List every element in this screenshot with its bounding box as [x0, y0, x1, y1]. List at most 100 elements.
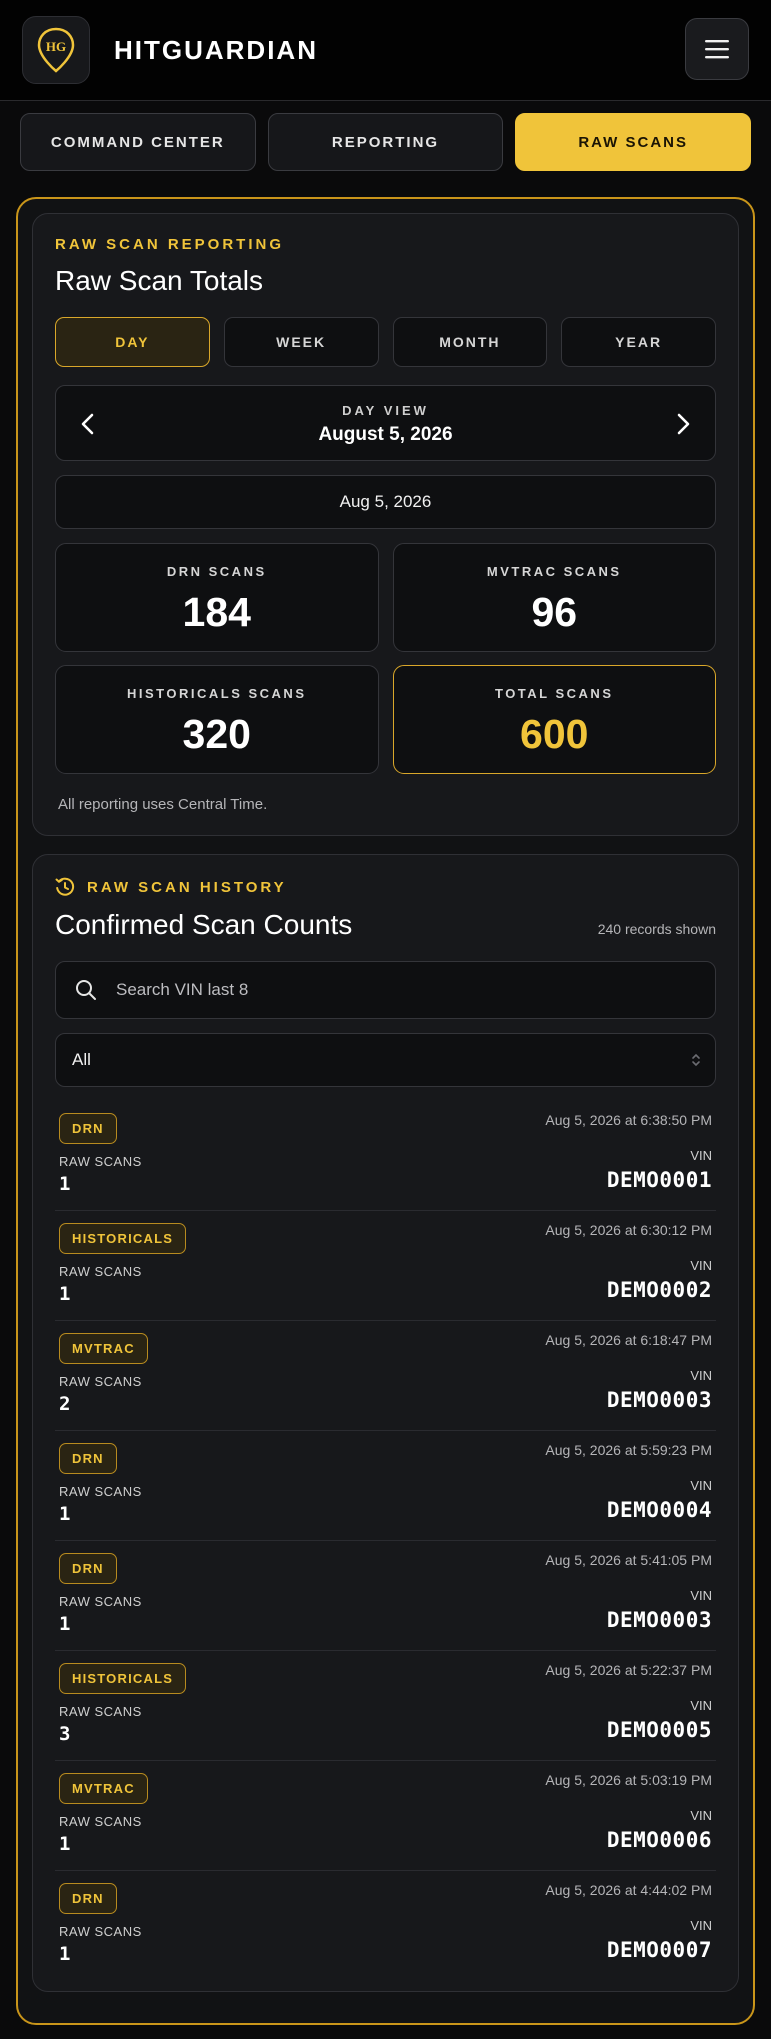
scan-timestamp: Aug 5, 2026 at 6:30:12 PM: [545, 1222, 712, 1238]
raw-scans-panel: RAW SCAN REPORTING Raw Scan Totals DAY W…: [16, 197, 755, 2025]
vin-value: DEMO0004: [606, 1498, 712, 1522]
scan-type-badge: DRN: [59, 1443, 117, 1474]
records-count: 240 records shown: [597, 921, 716, 937]
list-item[interactable]: HISTORICALS RAW SCANS 3 Aug 5, 2026 at 5…: [55, 1651, 716, 1761]
stat-value: 320: [182, 711, 251, 757]
drn-scans-stat: DRN SCANS 184: [55, 543, 379, 652]
map-pin-logo-icon: HG: [37, 27, 75, 73]
vin-label: VIN: [690, 1148, 712, 1163]
vin-value: DEMO0006: [606, 1828, 712, 1852]
previous-day-button[interactable]: [72, 408, 104, 440]
date-navigator: DAY VIEW August 5, 2026: [55, 385, 716, 461]
period-selector: DAY WEEK MONTH YEAR: [55, 317, 716, 367]
list-item[interactable]: DRN RAW SCANS 1 Aug 5, 2026 at 6:38:50 P…: [55, 1101, 716, 1211]
totals-title: Raw Scan Totals: [55, 265, 264, 296]
scan-timestamp: Aug 5, 2026 at 5:41:05 PM: [545, 1552, 712, 1568]
hamburger-icon: [705, 40, 729, 59]
raw-scans-label: RAW SCANS: [59, 1374, 142, 1389]
scan-timestamp: Aug 5, 2026 at 6:38:50 PM: [545, 1112, 712, 1128]
stat-label: DRN SCANS: [166, 564, 267, 579]
vin-value: DEMO0001: [606, 1168, 712, 1192]
raw-scan-totals-card: RAW SCAN REPORTING Raw Scan Totals DAY W…: [32, 213, 739, 836]
vin-value: DEMO0007: [606, 1938, 712, 1962]
vin-value: DEMO0002: [606, 1278, 712, 1302]
date-picker-field[interactable]: Aug 5, 2026: [55, 475, 716, 529]
list-item[interactable]: DRN RAW SCANS 1 Aug 5, 2026 at 5:59:23 P…: [55, 1431, 716, 1541]
top-bar: HG HITGUARDIAN: [0, 0, 771, 101]
scan-type-badge: DRN: [59, 1553, 117, 1584]
list-item[interactable]: MVTRAC RAW SCANS 1 Aug 5, 2026 at 5:03:1…: [55, 1761, 716, 1871]
vin-label: VIN: [690, 1368, 712, 1383]
chevron-right-icon: [677, 413, 690, 435]
totals-eyebrow: RAW SCAN REPORTING: [55, 236, 285, 253]
stat-value: 600: [520, 711, 589, 757]
list-item[interactable]: HISTORICALS RAW SCANS 1 Aug 5, 2026 at 6…: [55, 1211, 716, 1321]
scan-type-filter[interactable]: All: [55, 1033, 716, 1087]
select-arrows-icon: [692, 1053, 700, 1067]
scan-history-list: DRN RAW SCANS 1 Aug 5, 2026 at 6:38:50 P…: [55, 1101, 716, 1981]
period-day-button[interactable]: DAY: [55, 317, 210, 367]
search-icon: [76, 980, 96, 1000]
raw-scans-label: RAW SCANS: [59, 1924, 142, 1939]
list-item[interactable]: DRN RAW SCANS 1 Aug 5, 2026 at 4:44:02 P…: [55, 1871, 716, 1981]
history-title: Confirmed Scan Counts: [55, 909, 353, 940]
chevron-left-icon: [81, 413, 94, 435]
svg-text:HG: HG: [46, 39, 66, 54]
vin-search-input[interactable]: Search VIN last 8: [55, 961, 716, 1019]
raw-scan-history-card: RAW SCAN HISTORY Confirmed Scan Counts 2…: [32, 854, 739, 1992]
vin-label: VIN: [690, 1808, 712, 1823]
menu-button[interactable]: [685, 18, 749, 80]
period-year-button[interactable]: YEAR: [561, 317, 716, 367]
raw-scans-label: RAW SCANS: [59, 1484, 142, 1499]
scan-stats-grid: DRN SCANS 184 MVTRAC SCANS 96 HISTORICAL…: [55, 543, 716, 774]
list-item[interactable]: DRN RAW SCANS 1 Aug 5, 2026 at 5:41:05 P…: [55, 1541, 716, 1651]
brand-logo[interactable]: HG: [22, 16, 90, 84]
raw-scans-label: RAW SCANS: [59, 1594, 142, 1609]
scan-type-badge: DRN: [59, 1113, 117, 1144]
vin-label: VIN: [690, 1918, 712, 1933]
timezone-note: All reporting uses Central Time.: [58, 796, 268, 813]
vin-value: DEMO0003: [606, 1608, 712, 1632]
raw-scans-label: RAW SCANS: [59, 1264, 142, 1279]
scan-timestamp: Aug 5, 2026 at 4:44:02 PM: [545, 1882, 712, 1898]
tab-command-center[interactable]: COMMAND CENTER: [20, 113, 256, 171]
vin-label: VIN: [690, 1258, 712, 1273]
total-scans-stat: TOTAL SCANS 600: [392, 665, 716, 774]
vin-label: VIN: [690, 1478, 712, 1493]
stat-label: HISTORICALS SCANS: [127, 686, 307, 701]
next-day-button[interactable]: [667, 408, 699, 440]
history-icon: [55, 877, 75, 896]
mvtrac-scans-stat: MVTRAC SCANS 96: [392, 543, 716, 652]
raw-scans-label: RAW SCANS: [59, 1154, 142, 1169]
period-week-button[interactable]: WEEK: [223, 317, 379, 367]
scan-timestamp: Aug 5, 2026 at 5:03:19 PM: [545, 1772, 712, 1788]
search-placeholder: Search VIN last 8: [116, 980, 249, 999]
app-brand: HITGUARDIAN: [114, 34, 318, 65]
stat-label: TOTAL SCANS: [494, 686, 614, 701]
filter-value: All: [72, 1050, 91, 1069]
scan-type-badge: MVTRAC: [59, 1773, 148, 1804]
tab-reporting[interactable]: REPORTING: [267, 113, 504, 171]
scan-type-badge: MVTRAC: [59, 1333, 148, 1364]
view-date: August 5, 2026: [318, 424, 453, 445]
scan-timestamp: Aug 5, 2026 at 5:22:37 PM: [545, 1662, 712, 1678]
scan-type-badge: DRN: [59, 1883, 117, 1914]
vin-label: VIN: [690, 1698, 712, 1713]
scan-timestamp: Aug 5, 2026 at 6:18:47 PM: [545, 1332, 712, 1348]
scan-type-badge: HISTORICALS: [59, 1223, 187, 1254]
history-eyebrow-row: RAW SCAN HISTORY: [55, 877, 716, 897]
tab-raw-scans[interactable]: RAW SCANS: [515, 113, 752, 171]
raw-scans-label: RAW SCANS: [59, 1704, 142, 1719]
vin-label: VIN: [690, 1588, 712, 1603]
period-month-button[interactable]: MONTH: [392, 317, 548, 367]
vin-value: DEMO0005: [606, 1718, 712, 1742]
raw-scans-label: RAW SCANS: [59, 1814, 142, 1829]
stat-value: 184: [182, 589, 251, 635]
view-label: DAY VIEW: [342, 403, 429, 418]
historicals-scans-stat: HISTORICALS SCANS 320: [55, 665, 379, 774]
stat-value: 96: [531, 589, 578, 635]
stat-label: MVTRAC SCANS: [486, 564, 622, 579]
history-header: Confirmed Scan Counts 240 records shown: [55, 909, 716, 941]
list-item[interactable]: MVTRAC RAW SCANS 2 Aug 5, 2026 at 6:18:4…: [55, 1321, 716, 1431]
scan-type-badge: HISTORICALS: [59, 1663, 187, 1694]
